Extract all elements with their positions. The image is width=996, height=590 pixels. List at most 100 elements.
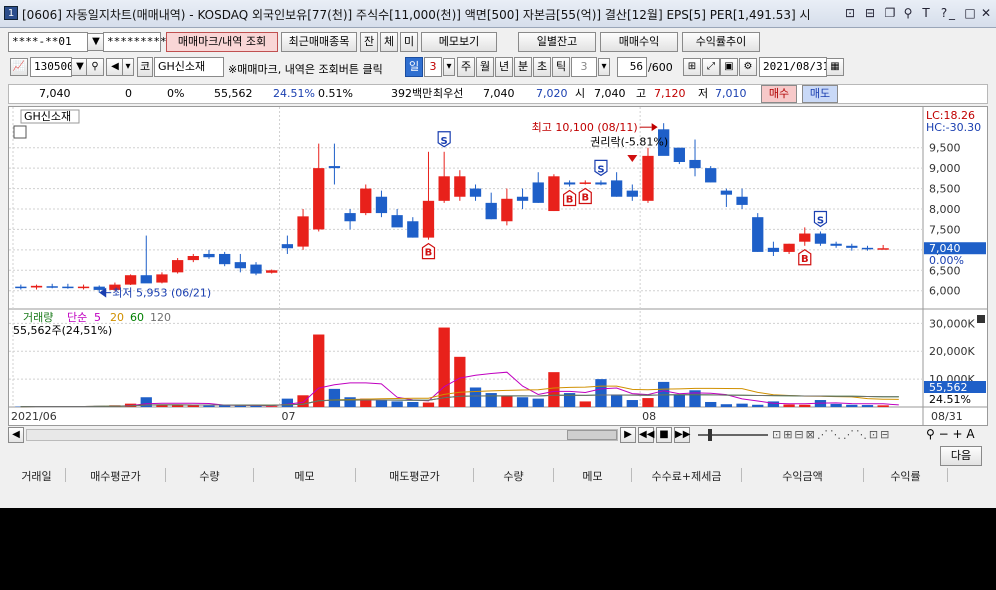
sell-button[interactable]: 매도 [802, 85, 838, 103]
period-year-button[interactable]: 년 [495, 57, 513, 77]
candle-body [124, 275, 137, 285]
volume-bar [642, 398, 654, 407]
period-day-button[interactable]: 일 [405, 57, 423, 77]
trade-marker-label: S [597, 164, 604, 175]
scroll-right-icon[interactable]: ▶ [620, 427, 636, 443]
horizontal-scrollbar[interactable] [26, 429, 618, 441]
drawing-tools-icons[interactable]: ⊡⊞⊟⊠⋰⋱⋰⋱⊡⊟ [772, 428, 891, 441]
stock-chart[interactable]: 9,5009,0008,5008,0007,5007,0006,5006,000… [9, 107, 987, 425]
stop-icon[interactable]: ■ [656, 427, 672, 443]
volume-bar [391, 401, 403, 407]
trade-mark-query-button[interactable]: 매매마크/내역 조회 [166, 32, 278, 52]
stock-code-input[interactable]: 130500 [30, 57, 74, 77]
column-header[interactable]: 수수료+제세금 [632, 468, 742, 483]
candle-body [187, 256, 199, 261]
window-restore-icon[interactable]: ❐ [882, 5, 898, 21]
candle-body [752, 217, 764, 252]
chart-navigation-row: ◀ ▶ ◀◀ ■ ▶▶ ⊡⊞⊟⊠⋰⋱⋰⋱⊡⊟ ⚲ − + A [8, 427, 988, 443]
column-header[interactable]: 수량 [474, 468, 554, 483]
date-input[interactable]: 2021/08/31 [759, 57, 829, 77]
balance-button[interactable]: 잔 [360, 32, 378, 52]
candle-body [705, 168, 717, 183]
x-tick-label: 08/31 [931, 410, 963, 423]
scrollbar-thumb[interactable] [567, 430, 617, 440]
column-header[interactable]: 매수평균가 [66, 468, 166, 483]
volume-ma-period: 120 [150, 311, 171, 324]
column-header[interactable]: 매도평균가 [356, 468, 474, 483]
window-list-icon[interactable]: ⊡ [842, 5, 858, 21]
unfilled-button[interactable]: 미 [400, 32, 418, 52]
volume-bar [469, 387, 482, 407]
chart-setup-icon[interactable]: 📈 [10, 58, 28, 76]
daily-balance-button[interactable]: 일별잔고 [518, 32, 596, 52]
column-header[interactable]: 수익률 [864, 468, 948, 483]
best-bid: 7,020 [536, 87, 568, 100]
memo-view-button[interactable]: 메모보기 [421, 32, 497, 52]
close-icon[interactable]: ✕ [978, 5, 994, 21]
toolbar-row-1: ****-**01 ▼ ********* 매매마크/내역 조회 최근매매종목 … [0, 30, 996, 54]
save-icon[interactable]: ▣ [720, 58, 738, 76]
candle-body [501, 198, 513, 222]
candle-body [219, 253, 231, 265]
speaker-dropdown-icon[interactable]: ▾ [122, 58, 134, 76]
search-icon[interactable]: ⚲ [86, 58, 104, 76]
zoom-tools[interactable]: ⚲ − + A [926, 427, 975, 441]
account-field[interactable]: ****-**01 [8, 32, 88, 52]
candle-body [642, 155, 654, 201]
candle-body [360, 188, 372, 214]
recent-trades-button[interactable]: 최근매매종목 [281, 32, 357, 52]
font-size-icon[interactable]: T [918, 5, 934, 21]
candle-body [736, 196, 748, 205]
period-minute-button[interactable]: 분 [514, 57, 532, 77]
maximize-icon[interactable]: □ [962, 5, 978, 21]
password-field[interactable]: ********* [103, 32, 167, 52]
candle-body [438, 176, 450, 201]
column-header[interactable]: 수익금액 [742, 468, 864, 483]
trade-profit-button[interactable]: 매매수익 [600, 32, 678, 52]
column-header[interactable]: 메모 [554, 468, 632, 483]
candle-body [485, 202, 497, 220]
chart-tool-icon-2[interactable]: ⤢ [702, 58, 720, 76]
chevron-down-icon[interactable]: ▾ [598, 58, 610, 76]
period-week-button[interactable]: 주 [457, 57, 475, 77]
candle-body [171, 260, 184, 273]
period-second-button[interactable]: 초 [533, 57, 551, 77]
chevron-down-icon[interactable]: ▾ [443, 58, 455, 76]
chart-area[interactable]: 9,5009,0008,5008,0007,5007,0006,5006,000… [8, 106, 988, 426]
column-header[interactable]: 수량 [166, 468, 254, 483]
calendar-icon[interactable]: ▦ [826, 58, 844, 76]
market-button[interactable]: 코 [137, 57, 153, 77]
filled-button[interactable]: 체 [380, 32, 398, 52]
turnover-rate: 0.51% [318, 87, 353, 100]
period-num-input[interactable]: 3 [424, 57, 442, 77]
title-bar[interactable]: 1 [0606] 자동일지차트(매매내역) - KOSDAQ 외국인보유[77(… [0, 0, 996, 28]
open-price: 7,040 [594, 87, 626, 100]
rewind-icon[interactable]: ◀◀ [638, 427, 654, 443]
window-split-icon[interactable]: ⊟ [862, 5, 878, 21]
gear-icon[interactable]: ⚙ [739, 58, 757, 76]
return-trend-button[interactable]: 수익률추이 [682, 32, 760, 52]
pin-icon[interactable]: ⚲ [900, 5, 916, 21]
next-button[interactable]: 다음 [940, 446, 982, 466]
buy-button[interactable]: 매수 [761, 85, 797, 103]
chevron-down-icon: ▼ [76, 61, 84, 72]
candle-body [30, 285, 43, 288]
scroll-left-icon[interactable]: ◀ [8, 427, 24, 443]
volume-bar [516, 397, 529, 407]
candle-body [877, 248, 889, 250]
count-input[interactable]: 56 [617, 57, 647, 77]
period-tick-button[interactable]: 틱 [552, 57, 570, 77]
volume-bar [799, 404, 811, 407]
period-month-button[interactable]: 월 [476, 57, 494, 77]
fast-forward-icon[interactable]: ▶▶ [674, 427, 690, 443]
minimize-icon[interactable]: _ [944, 5, 960, 21]
chart-tool-icon-1[interactable]: ⊞ [683, 58, 701, 76]
volume-bar [783, 404, 795, 407]
volume-bar [861, 405, 874, 407]
column-header[interactable]: 메모 [254, 468, 356, 483]
column-header[interactable]: 거래일 [8, 468, 66, 483]
zoom-slider-handle[interactable] [708, 429, 712, 441]
candle-body [328, 166, 341, 169]
volume-bar [313, 334, 325, 407]
tick-num-input[interactable]: 3 [571, 57, 597, 77]
